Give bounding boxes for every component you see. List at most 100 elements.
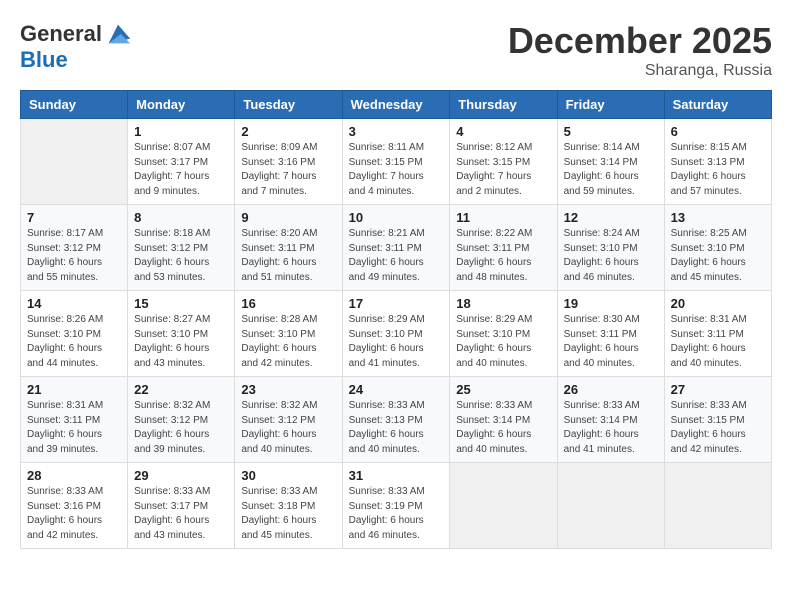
- day-number: 8: [134, 210, 228, 225]
- calendar-cell: [450, 463, 557, 549]
- day-info: Sunrise: 8:33 AM Sunset: 3:14 PM Dayligh…: [564, 399, 658, 457]
- calendar-cell: 2Sunrise: 8:09 AM Sunset: 3:16 PM Daylig…: [235, 119, 342, 205]
- weekday-header: Wednesday: [342, 91, 450, 119]
- day-info: Sunrise: 8:33 AM Sunset: 3:17 PM Dayligh…: [134, 485, 228, 543]
- weekday-header: Tuesday: [235, 91, 342, 119]
- day-number: 31: [349, 468, 444, 483]
- calendar-week-row: 14 Sunrise: 8:26 AM Sunset: 3:10 PM Dayli…: [21, 291, 772, 377]
- day-number: 9: [241, 210, 335, 225]
- day-number: 13: [671, 210, 765, 225]
- weekday-header-row: SundayMondayTuesdayWednesdayThursdayFrid…: [21, 91, 772, 119]
- weekday-header: Friday: [557, 91, 664, 119]
- day-number: 30: [241, 468, 335, 483]
- day-info: Sunrise: 8:17 AM Sunset: 3:12 PM Dayligh…: [27, 227, 121, 285]
- day-number: 21: [27, 382, 121, 397]
- day-number: 17: [349, 296, 444, 311]
- calendar-cell: 3 Sunrise: 8:11 AM Sunset: 3:15 PM Daylig…: [342, 119, 450, 205]
- calendar-cell: 24Sunrise: 8:33 AM Sunset: 3:13 PM Dayli…: [342, 377, 450, 463]
- day-info: Sunrise: 8:22 AM Sunset: 3:11 PM Dayligh…: [456, 227, 550, 285]
- calendar-cell: 23 Sunrise: 8:32 AM Sunset: 3:12 PM Dayli…: [235, 377, 342, 463]
- day-number: 22: [134, 382, 228, 397]
- day-info: Sunrise: 8:32 AM Sunset: 3:12 PM Dayligh…: [241, 399, 335, 457]
- calendar-cell: [21, 119, 128, 205]
- calendar-cell: 20Sunrise: 8:31 AM Sunset: 3:11 PM Dayli…: [664, 291, 771, 377]
- day-number: 14: [27, 296, 121, 311]
- day-info: Sunrise: 8:29 AM Sunset: 3:10 PM Dayligh…: [456, 313, 550, 371]
- day-info: Sunrise: 8:26 AM Sunset: 3:10 PM Dayligh…: [27, 313, 121, 371]
- calendar-cell: [557, 463, 664, 549]
- title-area: December 2025 Sharanga, Russia: [508, 20, 772, 80]
- calendar-cell: 19 Sunrise: 8:30 AM Sunset: 3:11 PM Dayli…: [557, 291, 664, 377]
- calendar-cell: 17 Sunrise: 8:29 AM Sunset: 3:10 PM Dayli…: [342, 291, 450, 377]
- day-number: 16: [241, 296, 335, 311]
- day-number: 27: [671, 382, 765, 397]
- day-info: Sunrise: 8:33 AM Sunset: 3:15 PM Dayligh…: [671, 399, 765, 457]
- calendar-cell: 5 Sunrise: 8:14 AM Sunset: 3:14 PM Daylig…: [557, 119, 664, 205]
- day-number: 23: [241, 382, 335, 397]
- calendar-cell: 29 Sunrise: 8:33 AM Sunset: 3:17 PM Dayli…: [128, 463, 235, 549]
- calendar-cell: 4Sunrise: 8:12 AM Sunset: 3:15 PM Daylig…: [450, 119, 557, 205]
- location: Sharanga, Russia: [508, 62, 772, 80]
- day-info: Sunrise: 8:30 AM Sunset: 3:11 PM Dayligh…: [564, 313, 658, 371]
- day-number: 24: [349, 382, 444, 397]
- day-info: Sunrise: 8:21 AM Sunset: 3:11 PM Dayligh…: [349, 227, 444, 285]
- logo-blue: Blue: [20, 48, 132, 72]
- month-title: December 2025: [508, 20, 772, 62]
- day-number: 1: [134, 124, 228, 139]
- calendar-cell: 14 Sunrise: 8:26 AM Sunset: 3:10 PM Dayli…: [21, 291, 128, 377]
- calendar-cell: 12 Sunrise: 8:24 AM Sunset: 3:10 PM Dayli…: [557, 205, 664, 291]
- weekday-header: Sunday: [21, 91, 128, 119]
- calendar-cell: 28Sunrise: 8:33 AM Sunset: 3:16 PM Dayli…: [21, 463, 128, 549]
- calendar-cell: 18Sunrise: 8:29 AM Sunset: 3:10 PM Dayli…: [450, 291, 557, 377]
- day-number: 7: [27, 210, 121, 225]
- day-info: Sunrise: 8:33 AM Sunset: 3:14 PM Dayligh…: [456, 399, 550, 457]
- calendar-week-row: 1 Sunrise: 8:07 AM Sunset: 3:17 PM Daylig…: [21, 119, 772, 205]
- day-info: Sunrise: 8:07 AM Sunset: 3:17 PM Dayligh…: [134, 141, 228, 199]
- day-info: Sunrise: 8:29 AM Sunset: 3:10 PM Dayligh…: [349, 313, 444, 371]
- calendar-week-row: 28Sunrise: 8:33 AM Sunset: 3:16 PM Dayli…: [21, 463, 772, 549]
- calendar-cell: 26 Sunrise: 8:33 AM Sunset: 3:14 PM Dayli…: [557, 377, 664, 463]
- day-info: Sunrise: 8:12 AM Sunset: 3:15 PM Dayligh…: [456, 141, 550, 199]
- day-info: Sunrise: 8:33 AM Sunset: 3:16 PM Dayligh…: [27, 485, 121, 543]
- calendar-cell: 22Sunrise: 8:32 AM Sunset: 3:12 PM Dayli…: [128, 377, 235, 463]
- page-header: General Blue December 2025 Sharanga, Rus…: [20, 20, 772, 80]
- day-info: Sunrise: 8:27 AM Sunset: 3:10 PM Dayligh…: [134, 313, 228, 371]
- day-number: 25: [456, 382, 550, 397]
- day-info: Sunrise: 8:11 AM Sunset: 3:15 PM Dayligh…: [349, 141, 444, 199]
- calendar-cell: 9 Sunrise: 8:20 AM Sunset: 3:11 PM Daylig…: [235, 205, 342, 291]
- calendar-cell: 6Sunrise: 8:15 AM Sunset: 3:13 PM Daylig…: [664, 119, 771, 205]
- calendar-table: SundayMondayTuesdayWednesdayThursdayFrid…: [20, 90, 772, 549]
- day-info: Sunrise: 8:14 AM Sunset: 3:14 PM Dayligh…: [564, 141, 658, 199]
- day-info: Sunrise: 8:18 AM Sunset: 3:12 PM Dayligh…: [134, 227, 228, 285]
- day-number: 29: [134, 468, 228, 483]
- calendar-cell: 30Sunrise: 8:33 AM Sunset: 3:18 PM Dayli…: [235, 463, 342, 549]
- logo: General Blue: [20, 20, 132, 72]
- calendar-cell: 13 Sunrise: 8:25 AM Sunset: 3:10 PM Dayli…: [664, 205, 771, 291]
- day-number: 12: [564, 210, 658, 225]
- weekday-header: Monday: [128, 91, 235, 119]
- day-number: 3: [349, 124, 444, 139]
- calendar-cell: 10 Sunrise: 8:21 AM Sunset: 3:11 PM Dayli…: [342, 205, 450, 291]
- weekday-header: Saturday: [664, 91, 771, 119]
- calendar-cell: 21Sunrise: 8:31 AM Sunset: 3:11 PM Dayli…: [21, 377, 128, 463]
- calendar-cell: 7 Sunrise: 8:17 AM Sunset: 3:12 PM Daylig…: [21, 205, 128, 291]
- day-info: Sunrise: 8:31 AM Sunset: 3:11 PM Dayligh…: [671, 313, 765, 371]
- day-info: Sunrise: 8:24 AM Sunset: 3:10 PM Dayligh…: [564, 227, 658, 285]
- calendar-week-row: 21Sunrise: 8:31 AM Sunset: 3:11 PM Dayli…: [21, 377, 772, 463]
- calendar-cell: 11Sunrise: 8:22 AM Sunset: 3:11 PM Dayli…: [450, 205, 557, 291]
- day-info: Sunrise: 8:20 AM Sunset: 3:11 PM Dayligh…: [241, 227, 335, 285]
- weekday-header: Thursday: [450, 91, 557, 119]
- logo-general: General: [20, 22, 102, 46]
- day-number: 5: [564, 124, 658, 139]
- calendar-cell: 15Sunrise: 8:27 AM Sunset: 3:10 PM Dayli…: [128, 291, 235, 377]
- day-info: Sunrise: 8:28 AM Sunset: 3:10 PM Dayligh…: [241, 313, 335, 371]
- day-number: 26: [564, 382, 658, 397]
- calendar-cell: [664, 463, 771, 549]
- calendar-cell: 27 Sunrise: 8:33 AM Sunset: 3:15 PM Dayli…: [664, 377, 771, 463]
- day-number: 10: [349, 210, 444, 225]
- day-info: Sunrise: 8:15 AM Sunset: 3:13 PM Dayligh…: [671, 141, 765, 199]
- calendar-cell: 25 Sunrise: 8:33 AM Sunset: 3:14 PM Dayli…: [450, 377, 557, 463]
- day-info: Sunrise: 8:25 AM Sunset: 3:10 PM Dayligh…: [671, 227, 765, 285]
- day-info: Sunrise: 8:33 AM Sunset: 3:19 PM Dayligh…: [349, 485, 444, 543]
- day-number: 19: [564, 296, 658, 311]
